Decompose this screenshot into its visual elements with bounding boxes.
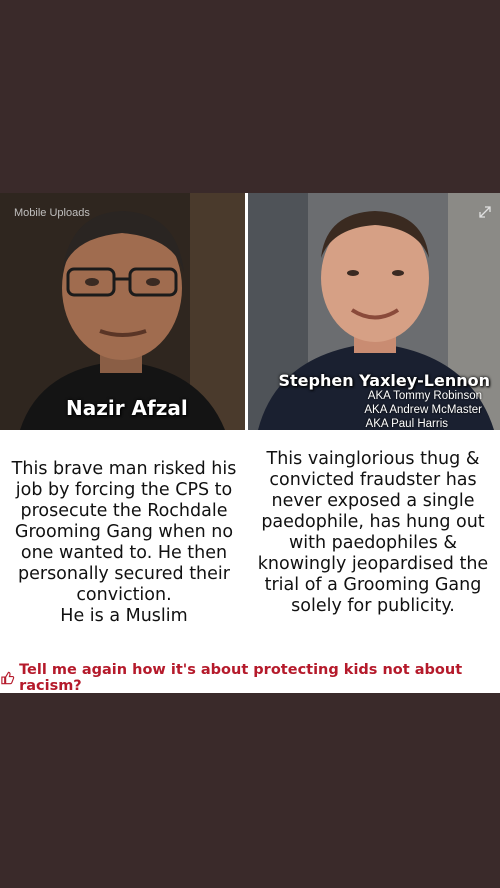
photo-stephen-yaxley-lennon: Stephen Yaxley-Lennon AKA Tommy Robinson… [248, 193, 500, 430]
caption-left-line: This brave man risked his [11, 459, 237, 479]
expand-icon[interactable] [478, 205, 492, 219]
caption-left-line: He is a Muslim [60, 606, 188, 626]
caption-right-line: This vainglorious thug & [266, 449, 480, 469]
caption-left-line: personally secured their [18, 564, 230, 584]
caption-right-line: solely for publicity. [291, 596, 455, 616]
caption-right-line: trial of a Grooming Gang [264, 575, 482, 595]
watermark-text: Mobile Uploads [14, 207, 90, 219]
caption-left-line: job by forcing the CPS to [15, 480, 233, 500]
thumbs-up-icon [1, 671, 15, 684]
caption-left-line: one wanted to. He then [20, 543, 228, 563]
caption-right-line: knowingly jeopardised the [257, 554, 489, 574]
aka-line-1: AKA Tommy Robinson [367, 390, 482, 402]
photo-strip: Mobile Uploads Nazir Afzal Stephen Yaxle… [0, 193, 500, 430]
portrait-left-illustration [0, 193, 245, 430]
photo-nazir-afzal: Mobile Uploads Nazir Afzal [0, 193, 245, 430]
caption-left: This brave man risked his job by forcing… [2, 459, 246, 627]
name-label-right: Stephen Yaxley-Lennon [278, 371, 490, 390]
caption-right-line: paedophile, has hung out [261, 512, 485, 532]
footer-caption: Tell me again how it's about protecting … [0, 661, 500, 694]
aka-line-2: AKA Andrew McMaster [364, 404, 482, 416]
caption-right-line: convicted fraudster has [269, 470, 477, 490]
caption-right-line: with paedophiles & [288, 533, 458, 553]
name-label-left: Nazir Afzal [66, 396, 188, 420]
caption-left-line: Grooming Gang when no [14, 522, 234, 542]
footer-text: Tell me again how it's about protecting … [19, 661, 463, 694]
caption-right: This vainglorious thug & convicted fraud… [247, 449, 499, 617]
caption-left-line: prosecute the Rochdale [20, 501, 228, 521]
caption-left-line: conviction. [76, 585, 172, 605]
aka-line-3: AKA Paul Harris [365, 418, 448, 430]
caption-right-line: never exposed a single [271, 491, 475, 511]
meme-image[interactable]: Mobile Uploads Nazir Afzal Stephen Yaxle… [0, 193, 500, 694]
